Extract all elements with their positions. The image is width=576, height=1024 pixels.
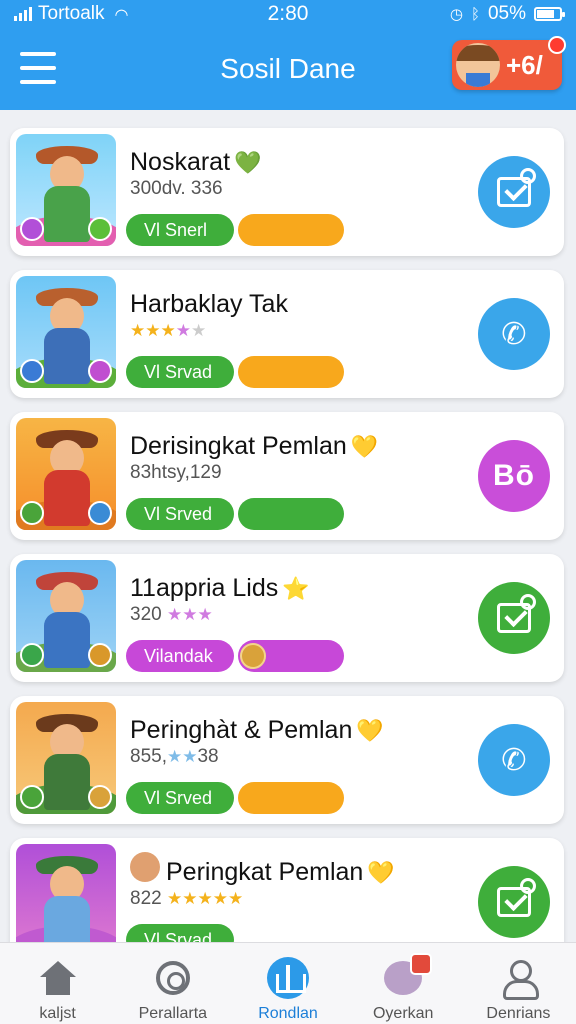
heart-icon: 💚 [234,151,262,176]
secondary-pill-button[interactable] [238,356,344,388]
primary-pill-button[interactable]: Vilandak [126,640,234,672]
game-thumbnail[interactable] [16,418,116,530]
star-rating-icon: ★★ [166,747,198,767]
thumbnail-badge-icon [88,643,112,667]
heart-icon: 💛 [350,435,379,460]
item-title: Noskarat 💚 [130,148,262,176]
item-title: Harbaklay Tak [130,290,288,318]
heart-icon: 💛 [356,719,384,744]
list-item[interactable]: 11apprіa Lids ⭐ 320 ★★★ Vilandak [10,554,564,682]
primary-pill-button[interactable]: Vl Srvad [126,356,234,388]
list-item[interactable]: Noskarat 💚 300dv. 336 Vl Snerl [10,128,564,256]
secondary-pill-button[interactable] [238,640,344,672]
item-subtitle: 83htsy,129 [130,462,222,483]
status-bar: Tortoalk ◠ 2:80 ◷ ᛒ 05% [0,0,576,28]
secondary-pill-button[interactable] [238,782,344,814]
target-icon [155,961,190,995]
check-action-button[interactable] [478,866,550,938]
tab-target[interactable]: Perallarta [115,943,230,1024]
thumbnail-badge-icon [20,643,44,667]
game-thumbnail[interactable] [16,134,116,246]
star-rating-icon: ★★★★★ [166,889,244,909]
thumbnail-badge-icon [20,359,44,383]
tab-profile[interactable]: Denrians [461,943,576,1024]
bo-icon: Bō [493,459,535,492]
bluetooth-icon: ᛒ [470,5,480,23]
battery-percent: 05% [487,3,526,24]
central-icon [267,957,309,999]
game-thumbnail[interactable] [16,276,116,388]
heart-icon: 💛 [367,861,395,886]
star-rating-icon: ★★★ [130,321,176,341]
wifi-icon: ◠ [114,4,129,24]
coin-icon [240,643,266,669]
call-action-button[interactable]: ✆ [478,298,550,370]
secondary-pill-button[interactable] [238,214,344,246]
tab-label: Denrians [486,1005,551,1022]
thumbnail-badge-icon [88,501,112,525]
carrier-label: Tortoalk [38,3,105,24]
tab-central[interactable]: Rondlan [230,943,345,1024]
item-subtitle: 855,★★38 [130,746,219,767]
primary-pill-button[interactable]: Vl Srved [126,782,234,814]
promo-count: +6/ [506,49,543,80]
item-subtitle: 822 ★★★★★ [130,888,244,909]
check-action-button[interactable] [478,156,550,228]
alarm-icon: ◷ [449,5,463,23]
phone-icon: ✆ [501,316,527,352]
item-rating: ★★★★★ [130,321,207,341]
item-title: 11apprіa Lids ⭐ [130,574,310,602]
social-icon [384,953,433,995]
tab-label: kaljst [39,1005,76,1022]
item-subtitle: 300dv. 336 [130,178,223,199]
game-thumbnail[interactable] [16,702,116,814]
game-thumbnail[interactable] [16,560,116,672]
avatar [456,43,500,87]
primary-pill-button[interactable]: Vl Snerl [126,214,234,246]
bo-action-button[interactable]: Bō [478,440,550,512]
bottom-tab-bar: kaljst Perallarta Rondlan Oyerkan Denria… [0,942,576,1024]
home-icon [39,961,76,995]
thumbnail-badge-icon [20,785,44,809]
check-action-button[interactable] [478,582,550,654]
primary-pill-button[interactable]: Vl Srved [126,498,234,530]
phone-icon: ✆ [501,742,527,778]
list-item[interactable]: Harbaklay Tak ★★★★★ Vl Srvad ✆ [10,270,564,398]
menu-button[interactable] [20,52,56,84]
thumbnail-badge-icon [88,785,112,809]
tab-social[interactable]: Oyerkan [346,943,461,1024]
call-action-button[interactable]: ✆ [478,724,550,796]
list-item[interactable]: Peringhàt & Pemlan 💛 855,★★38 Vl Srved ✆ [10,696,564,824]
avatar [130,852,160,882]
battery-icon [534,7,565,21]
secondary-pill-button[interactable] [238,498,344,530]
app-header: Sosil Dane +6/ [0,28,576,110]
star-rating-icon: ★★★ [166,605,213,625]
tab-label: Perallarta [138,1005,208,1022]
item-title: Derisingkat Pemlan 💛 [130,432,379,460]
thumbnail-badge-icon [88,359,112,383]
profile-icon [501,960,540,1000]
thumbnail-badge-icon [20,501,44,525]
game-thumbnail[interactable] [16,844,116,956]
tab-label: Rondlan [258,1005,318,1022]
tab-label: Oyerkan [372,1005,434,1022]
signal-icon [14,7,32,21]
tab-home[interactable]: kaljst [0,943,115,1024]
thumbnail-badge-icon [20,217,44,241]
notification-dot [548,36,566,54]
promo-badge-button[interactable]: +6/ [452,36,566,90]
item-subtitle: 320 ★★★ [130,604,213,625]
item-title: Peringkat Pemlan 💛 [166,858,395,886]
list-item[interactable]: Derisingkat Pemlan 💛 83htsy,129 Vl Srved … [10,412,564,540]
item-title: Peringhàt & Pemlan 💛 [130,716,384,744]
notification-badge [410,953,433,975]
status-time: 2:80 [267,2,309,25]
star-icon: ⭐ [282,577,310,602]
thumbnail-badge-icon [88,217,112,241]
